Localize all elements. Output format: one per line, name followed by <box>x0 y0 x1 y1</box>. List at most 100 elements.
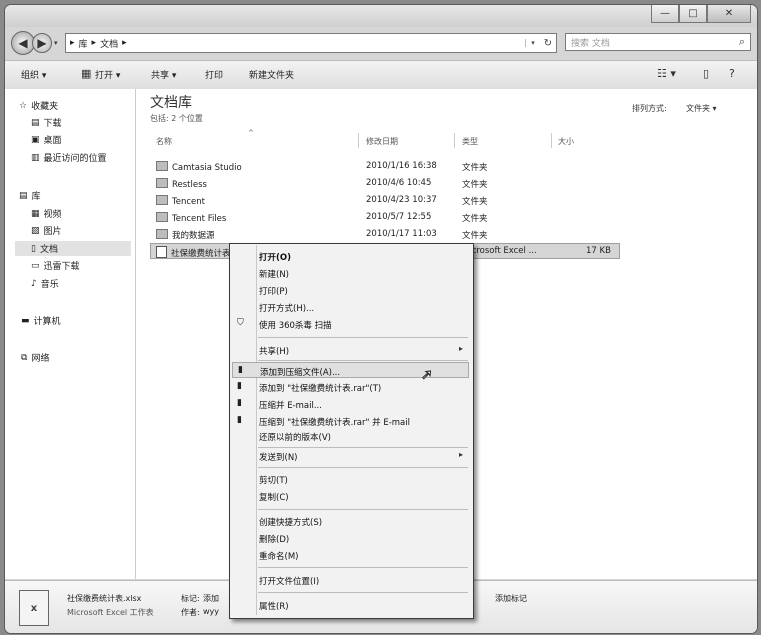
submenu-arrow-icon: ▸ <box>458 344 463 353</box>
picture-icon: ▨ <box>31 225 40 236</box>
folder-icon <box>156 229 168 239</box>
print-button[interactable]: 打印 <box>205 68 223 81</box>
menu-item-compress-rar-email[interactable]: ▮ 压缩到 "社保缴费统计表.rar" 并 E-mail <box>232 413 469 429</box>
forward-button[interactable]: ▶ <box>32 33 52 53</box>
column-divider[interactable] <box>551 133 552 148</box>
nav-favorites[interactable]: ☆ 收藏夹 <box>19 99 58 113</box>
search-box[interactable]: 搜索 文档 ⌕ <box>565 33 751 51</box>
archive-icon: ▮ <box>238 365 243 375</box>
file-name: Tencent Files <box>156 212 226 224</box>
column-divider[interactable] <box>454 133 455 148</box>
breadcrumb-separator-icon[interactable]: ▸ <box>122 38 127 48</box>
open-button[interactable]: 打开 ▾ <box>95 68 120 81</box>
shield-icon: ⛉ <box>237 318 244 328</box>
menu-item-open-with[interactable]: 打开方式(H)... <box>232 299 469 315</box>
column-header-type[interactable]: 类型 <box>462 136 478 147</box>
menu-item-label: 压缩并 E-mail... <box>259 401 322 411</box>
breadcrumb: ▸ 库 ▸ 文档 ▸ <box>66 37 525 50</box>
close-button[interactable]: ✕ <box>707 5 751 23</box>
menu-item-label: 打开方式(H)... <box>259 304 315 314</box>
refresh-icon[interactable]: ↻ <box>540 38 556 49</box>
file-type: 文件夹 <box>462 231 488 241</box>
nav-item-recent-places[interactable]: ▥ 最近访问的位置 <box>31 151 107 165</box>
nav-libraries[interactable]: ▤ 库 <box>19 189 41 203</box>
breadcrumb-root-icon[interactable]: ▸ <box>70 38 75 48</box>
menu-item-print[interactable]: 打印(P) <box>232 282 469 298</box>
nav-item-thunder-downloads[interactable]: ▭ 迅雷下载 <box>31 259 80 273</box>
nav-item-videos[interactable]: ▦ 视频 <box>31 207 62 221</box>
breadcrumb-libraries[interactable]: 库 <box>79 37 88 50</box>
menu-item-copy[interactable]: 复制(C) <box>232 488 469 504</box>
share-button[interactable]: 共享 ▾ <box>151 68 176 81</box>
nav-item-pictures[interactable]: ▨ 图片 <box>31 224 62 238</box>
context-menu: 打开(O) 新建(N) 打印(P) 打开方式(H)... ⛉ 使用 360杀毒 扫… <box>229 243 474 619</box>
minimize-button[interactable]: — <box>651 5 679 23</box>
menu-item-compress-email[interactable]: ▮ 压缩并 E-mail... <box>232 396 469 412</box>
column-divider[interactable] <box>358 133 359 148</box>
file-name: 社保缴费统计表 <box>156 246 231 259</box>
file-row[interactable]: Tencent 2010/4/23 10:37 文件夹 <box>150 193 620 209</box>
file-row[interactable]: Restless 2010/4/6 10:45 文件夹 <box>150 176 620 192</box>
column-header-size[interactable]: 大小 <box>558 136 574 147</box>
search-icon[interactable]: ⌕ <box>739 35 745 49</box>
menu-item-add-to-archive[interactable]: ▮ 添加到压缩文件(A)... <box>232 362 469 378</box>
details-tags-value[interactable]: 添加 <box>203 593 219 604</box>
menu-item-360-scan[interactable]: ⛉ 使用 360杀毒 扫描 <box>232 316 469 332</box>
recent-pages-dropdown-icon[interactable]: ▾ <box>54 39 58 47</box>
view-options-icon[interactable]: ☷ ▾ <box>657 67 676 80</box>
nav-label: 音乐 <box>40 280 59 290</box>
nav-item-music[interactable]: ♪ 音乐 <box>31 277 59 291</box>
menu-item-restore-previous[interactable]: 还原以前的版本(V) <box>232 428 469 444</box>
download-folder-icon: ▤ <box>31 117 40 128</box>
file-row[interactable]: Tencent Files 2010/5/7 12:55 文件夹 <box>150 210 620 226</box>
nav-label: 视频 <box>43 210 62 220</box>
nav-item-downloads[interactable]: ▤ 下载 <box>31 116 62 130</box>
file-row[interactable]: Camtasia Studio 2010/1/16 16:38 文件夹 <box>150 159 620 175</box>
details-author-label: 作者: <box>181 608 200 617</box>
column-header-date[interactable]: 修改日期 <box>366 136 398 147</box>
menu-item-open[interactable]: 打开(O) <box>232 248 469 264</box>
menu-item-send-to[interactable]: 发送到(N) ▸ <box>232 448 469 464</box>
breadcrumb-documents[interactable]: 文档 <box>100 37 118 50</box>
recent-places-icon: ▥ <box>31 152 40 163</box>
breadcrumb-separator-icon[interactable]: ▸ <box>92 38 97 48</box>
menu-item-share[interactable]: 共享(H) ▸ <box>232 342 469 358</box>
menu-item-delete[interactable]: 删除(D) <box>232 530 469 546</box>
address-history-dropdown-icon[interactable]: ▾ <box>525 39 540 47</box>
menu-item-new[interactable]: 新建(N) <box>232 265 469 281</box>
menu-item-label: 还原以前的版本(V) <box>259 433 331 443</box>
preview-pane-icon[interactable]: ▯ <box>703 67 709 80</box>
menu-item-open-file-location[interactable]: 打开文件位置(I) <box>232 572 469 588</box>
nav-label: 最近访问的位置 <box>43 154 107 164</box>
menu-item-label: 新建(N) <box>259 270 289 280</box>
menu-item-create-shortcut[interactable]: 创建快捷方式(S) <box>232 513 469 529</box>
library-title: 文档库 <box>150 95 192 111</box>
nav-network[interactable]: ⧉ 网络 <box>21 351 49 365</box>
new-folder-button[interactable]: 新建文件夹 <box>249 68 294 81</box>
menu-item-cut[interactable]: 剪切(T) <box>232 471 469 487</box>
address-bar[interactable]: ▸ 库 ▸ 文档 ▸ ▾ ↻ <box>65 33 557 53</box>
nav-item-desktop[interactable]: ▣ 桌面 <box>31 133 62 147</box>
menu-item-add-to-rar[interactable]: ▮ 添加到 "社保缴费统计表.rar"(T) <box>232 379 469 395</box>
details-author-value[interactable]: wyy <box>203 607 219 616</box>
add-tag-field[interactable]: 添加标记 <box>495 593 527 604</box>
column-header-name[interactable]: 名称 <box>156 136 172 147</box>
help-icon[interactable]: ? <box>729 67 735 80</box>
organize-button[interactable]: 组织 ▾ <box>21 68 46 81</box>
navigation-row: ◀ ▶ ▾ ▸ 库 ▸ 文档 ▸ ▾ ↻ 搜索 文档 ⌕ <box>5 27 757 57</box>
search-input[interactable]: 搜索 文档 <box>571 36 610 49</box>
nav-computer[interactable]: ▬ 计算机 <box>21 314 61 328</box>
nav-item-documents[interactable]: ▯ 文档 <box>15 241 131 256</box>
window-controls: — □ ✕ <box>651 5 751 23</box>
music-icon: ♪ <box>31 278 37 289</box>
mouse-cursor-icon: ➚ <box>421 367 434 384</box>
menu-item-properties[interactable]: 属性(R) <box>232 597 469 613</box>
folder-icon <box>156 178 168 188</box>
nav-label: 计算机 <box>33 317 61 327</box>
library-locations[interactable]: 包括: 2 个位置 <box>150 113 203 124</box>
arrange-by-dropdown[interactable]: 文件夹 ▾ <box>686 103 717 114</box>
file-row[interactable]: 我的数据源 2010/1/17 11:03 文件夹 <box>150 227 620 243</box>
folder-icon <box>156 195 168 205</box>
menu-item-rename[interactable]: 重命名(M) <box>232 547 469 563</box>
maximize-button[interactable]: □ <box>679 5 707 23</box>
